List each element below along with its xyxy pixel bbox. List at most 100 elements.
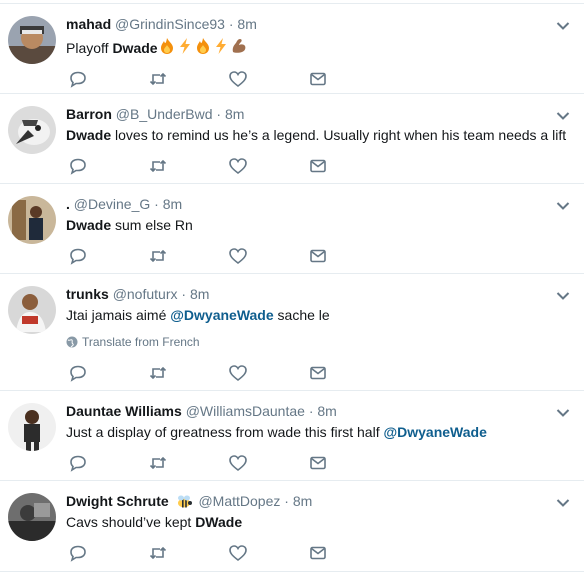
reply-icon[interactable]	[68, 70, 88, 88]
tweet[interactable]: Dwight Schrute @MattDopez · 8m Cavs shou…	[0, 481, 584, 572]
separator-dot: ·	[284, 493, 289, 509]
heart-icon[interactable]	[228, 247, 248, 265]
tweet-header: Barron @B_UnderBwd · 8m	[66, 105, 244, 123]
avatar[interactable]	[8, 493, 56, 541]
tweet[interactable]: Barron @B_UnderBwd · 8m Dwade loves to r…	[0, 94, 584, 184]
tweet-text: Just a display of greatness from wade th…	[66, 423, 487, 441]
tweet[interactable]: Dauntae Williams @WilliamsDauntae · 8m J…	[0, 391, 584, 481]
envelope-icon[interactable]	[308, 544, 328, 562]
bee-emoji	[175, 493, 193, 513]
display-name[interactable]: Dwight Schrute	[66, 493, 169, 509]
retweet-icon[interactable]	[148, 70, 168, 88]
flexed-biceps-emoji	[230, 37, 248, 59]
chevron-down-icon[interactable]	[556, 201, 570, 211]
tweet-text: Jtai jamais aimé @DwyaneWade sache le	[66, 306, 330, 324]
heart-icon[interactable]	[228, 70, 248, 88]
envelope-icon[interactable]	[308, 70, 328, 88]
envelope-icon[interactable]	[308, 157, 328, 175]
chevron-down-icon[interactable]	[556, 291, 570, 301]
envelope-icon[interactable]	[308, 247, 328, 265]
chevron-down-icon[interactable]	[556, 111, 570, 121]
separator-dot: ·	[308, 403, 314, 419]
user-handle[interactable]: @GrindinSince93	[115, 16, 225, 32]
timestamp[interactable]: 8m	[293, 493, 312, 509]
separator-dot: ·	[181, 286, 187, 302]
display-name[interactable]: mahad	[66, 16, 111, 32]
tweet-text-part: Playoff	[66, 40, 113, 56]
avatar[interactable]	[8, 16, 56, 64]
display-name[interactable]: Barron	[66, 106, 112, 122]
chevron-down-icon[interactable]	[556, 498, 570, 508]
tweet-text-part: loves to remind us he’s a legend. Usuall…	[111, 127, 567, 143]
tweet-text-bold: Dwade	[66, 127, 112, 143]
envelope-icon[interactable]	[308, 364, 328, 382]
tweet[interactable]: . @Devine_G · 8m Dwade sum else Rn	[0, 184, 584, 274]
separator-dot: ·	[216, 106, 222, 122]
reply-icon[interactable]	[68, 157, 88, 175]
tweet-feed: mahad @GrindinSince93 · 8m Playoff Dwade…	[0, 0, 584, 574]
retweet-icon[interactable]	[148, 247, 168, 265]
tweet-text-bold: Dwade	[112, 40, 158, 56]
tweet-text: Dwade sum else Rn	[66, 216, 193, 234]
user-handle[interactable]: @nofuturx	[113, 286, 178, 302]
envelope-icon[interactable]	[308, 454, 328, 472]
fire-emoji	[158, 37, 176, 59]
avatar[interactable]	[8, 196, 56, 244]
tweet-header: Dauntae Williams @WilliamsDauntae · 8m	[66, 402, 337, 420]
retweet-icon[interactable]	[148, 454, 168, 472]
tweet-text-bold: Dwade	[66, 217, 112, 233]
tweet-text-part: Jtai jamais aimé	[66, 307, 171, 323]
tweet-text-part: Cavs should’ve kept	[66, 514, 196, 530]
user-handle[interactable]: @Devine_G	[74, 196, 150, 212]
mention-link[interactable]: @DwyaneWade	[383, 424, 486, 440]
tweet[interactable]: mahad @GrindinSince93 · 8m Playoff Dwade	[0, 3, 584, 94]
user-handle[interactable]: @MattDopez	[198, 493, 280, 509]
tweet-text-part: sum else Rn	[111, 217, 193, 233]
fire-emoji	[194, 37, 212, 59]
mention-link[interactable]: @DwyaneWade	[170, 307, 273, 323]
heart-icon[interactable]	[228, 157, 248, 175]
tweet-header: trunks @nofuturx · 8m	[66, 285, 209, 303]
reply-icon[interactable]	[68, 454, 88, 472]
display-name[interactable]: Dauntae Williams	[66, 403, 182, 419]
tweet-header: mahad @GrindinSince93 · 8m	[66, 15, 257, 33]
globe-icon	[66, 336, 78, 348]
tweet-text-bold: DWade	[195, 514, 243, 530]
retweet-icon[interactable]	[148, 364, 168, 382]
retweet-icon[interactable]	[148, 544, 168, 562]
user-handle[interactable]: @B_UnderBwd	[116, 106, 213, 122]
tweet-text-part: Just a display of greatness from wade th…	[66, 424, 384, 440]
reply-icon[interactable]	[68, 544, 88, 562]
tweet-text: Playoff Dwade	[66, 37, 248, 59]
user-handle[interactable]: @WilliamsDauntae	[186, 403, 305, 419]
heart-icon[interactable]	[228, 364, 248, 382]
translate-label[interactable]: Translate from French	[82, 335, 200, 349]
avatar[interactable]	[8, 286, 56, 334]
chevron-down-icon[interactable]	[556, 408, 570, 418]
reply-icon[interactable]	[68, 247, 88, 265]
retweet-icon[interactable]	[148, 157, 168, 175]
timestamp[interactable]: 8m	[237, 16, 256, 32]
timestamp[interactable]: 8m	[225, 106, 244, 122]
separator-dot: ·	[154, 196, 159, 212]
lightning-emoji	[212, 37, 230, 59]
timestamp[interactable]: 8m	[190, 286, 209, 302]
tweet-text: Dwade loves to remind us he’s a legend. …	[66, 126, 566, 144]
avatar[interactable]	[8, 106, 56, 154]
lightning-emoji	[176, 37, 194, 59]
chevron-down-icon[interactable]	[556, 21, 570, 31]
reply-icon[interactable]	[68, 364, 88, 382]
tweet-header: . @Devine_G · 8m	[66, 195, 182, 213]
tweet-header: Dwight Schrute @MattDopez · 8m	[66, 492, 312, 513]
tweet[interactable]: trunks @nofuturx · 8m Jtai jamais aimé @…	[0, 274, 584, 391]
tweet-text-part: sache le	[273, 307, 330, 323]
translate-link[interactable]: Translate from French	[66, 335, 200, 349]
timestamp[interactable]: 8m	[163, 196, 182, 212]
avatar[interactable]	[8, 403, 56, 451]
heart-icon[interactable]	[228, 454, 248, 472]
display-name[interactable]: .	[66, 196, 70, 212]
timestamp[interactable]: 8m	[317, 403, 336, 419]
separator-dot: ·	[228, 16, 234, 32]
display-name[interactable]: trunks	[66, 286, 109, 302]
heart-icon[interactable]	[228, 544, 248, 562]
